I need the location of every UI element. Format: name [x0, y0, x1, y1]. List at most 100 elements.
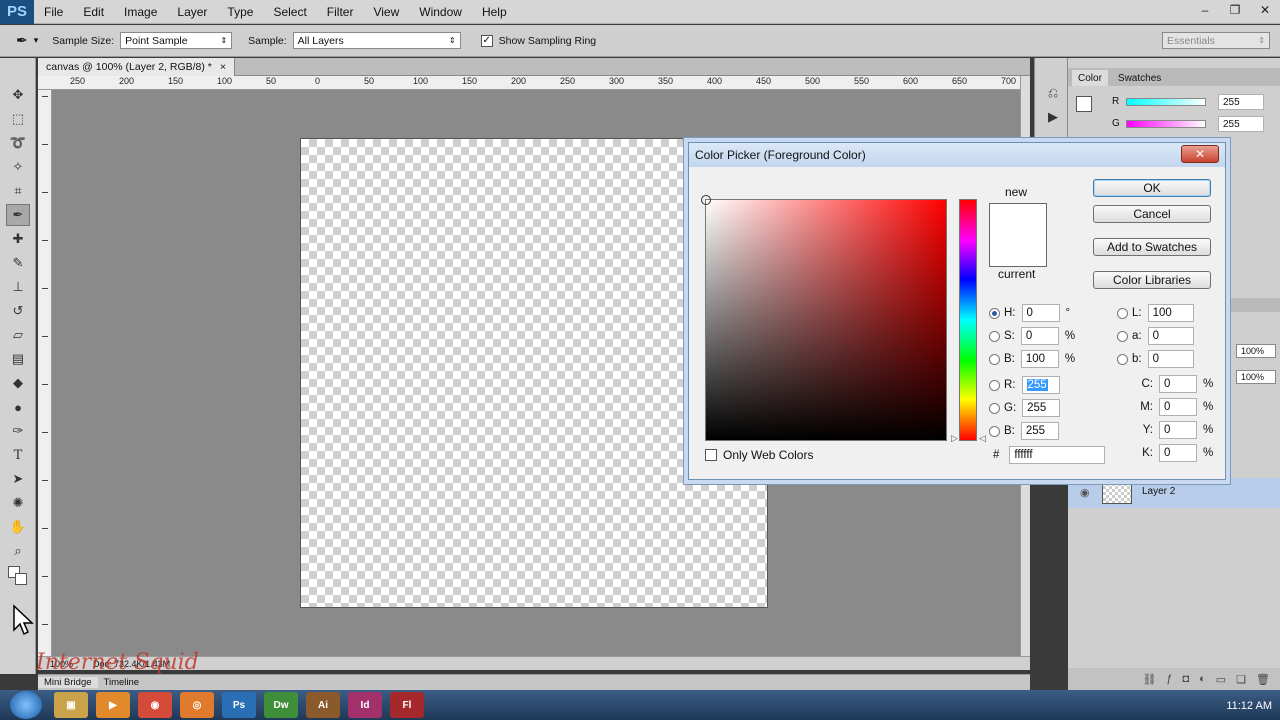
opacity-field[interactable]: 100%: [1236, 344, 1276, 358]
quick-select-tool-icon[interactable]: ✧: [6, 156, 30, 178]
actions-panel-icon[interactable]: ▶: [1041, 106, 1065, 128]
history-brush-tool-icon[interactable]: ↺: [6, 300, 30, 322]
document-tab[interactable]: canvas @ 100% (Layer 2, RGB/8) * ×: [38, 58, 236, 76]
menu-help[interactable]: Help: [472, 0, 517, 24]
brightness-radio[interactable]: [989, 353, 1000, 365]
menu-window[interactable]: Window: [409, 0, 472, 24]
tab-timeline[interactable]: Timeline: [98, 677, 146, 688]
marquee-tool-icon[interactable]: ⬚: [6, 108, 30, 130]
a-radio[interactable]: [1117, 330, 1128, 342]
taskbar-media-player-icon[interactable]: ▶: [96, 692, 130, 718]
workspace-switcher[interactable]: Essentials ⇕: [1162, 32, 1270, 49]
menu-type[interactable]: Type: [217, 0, 263, 24]
red-radio[interactable]: [989, 379, 1000, 391]
restore-button[interactable]: ❐: [1220, 0, 1250, 20]
visibility-eye-icon[interactable]: ◉: [1080, 486, 1090, 499]
lightness-input[interactable]: 100: [1147, 304, 1194, 322]
add-to-swatches-button[interactable]: Add to Swatches: [1093, 238, 1211, 256]
menu-edit[interactable]: Edit: [73, 0, 114, 24]
green-radio[interactable]: [989, 402, 1000, 414]
dialog-title-bar[interactable]: Color Picker (Foreground Color): [689, 143, 1225, 167]
taskbar-flash-icon[interactable]: Fl: [390, 692, 424, 718]
dialog-close-button[interactable]: ✕: [1181, 145, 1219, 163]
tool-preset-chevron-down-icon[interactable]: ▾: [34, 35, 39, 46]
adjustment-layer-icon[interactable]: ◐: [1199, 673, 1206, 685]
b-input[interactable]: 0: [1147, 350, 1194, 368]
black-input[interactable]: 0: [1159, 444, 1197, 462]
menu-file[interactable]: File: [34, 0, 73, 24]
tab-mini-bridge[interactable]: Mini Bridge: [38, 677, 98, 688]
crop-tool-icon[interactable]: ⌗: [6, 180, 30, 202]
taskbar-indesign-icon[interactable]: Id: [348, 692, 382, 718]
tab-swatches[interactable]: Swatches: [1112, 70, 1167, 86]
sample-select[interactable]: All Layers ⇕: [292, 32, 461, 49]
saturation-input[interactable]: 0: [1020, 327, 1059, 345]
menu-view[interactable]: View: [363, 0, 409, 24]
dodge-tool-icon[interactable]: ●: [6, 396, 30, 418]
tab-color[interactable]: Color: [1072, 70, 1108, 86]
magenta-input[interactable]: 0: [1159, 398, 1197, 416]
layer-name[interactable]: Layer 2: [1142, 486, 1175, 497]
delete-layer-icon[interactable]: 🗑: [1256, 673, 1270, 686]
new-group-icon[interactable]: ▭: [1216, 673, 1226, 686]
hue-input[interactable]: 0: [1021, 304, 1060, 322]
cyan-input[interactable]: 0: [1159, 375, 1197, 393]
sample-size-select[interactable]: Point Sample ⇕: [120, 32, 233, 49]
close-tab-icon[interactable]: ×: [220, 61, 226, 73]
eyedropper-tool-icon[interactable]: ✒: [16, 32, 28, 49]
zoom-tool-icon[interactable]: ⌕: [6, 540, 30, 562]
yellow-input[interactable]: 0: [1159, 421, 1197, 439]
blue-radio[interactable]: [989, 425, 1000, 437]
menu-layer[interactable]: Layer: [167, 0, 217, 24]
g-channel-slider[interactable]: [1126, 120, 1206, 128]
g-channel-input[interactable]: 255: [1218, 116, 1264, 132]
b-radio[interactable]: [1117, 353, 1128, 365]
hue-radio[interactable]: [989, 307, 1000, 319]
lasso-tool-icon[interactable]: ➰: [6, 132, 30, 154]
layer-style-icon[interactable]: ƒ: [1166, 673, 1172, 685]
fill-field[interactable]: 100%: [1236, 370, 1276, 384]
ok-button[interactable]: OK: [1093, 179, 1211, 197]
saturation-brightness-field[interactable]: [701, 195, 947, 441]
color-picker-marker[interactable]: [701, 195, 711, 205]
clone-stamp-tool-icon[interactable]: ⊥: [6, 276, 30, 298]
healing-brush-tool-icon[interactable]: ✚: [6, 228, 30, 250]
taskbar-firefox-icon[interactable]: ◎: [180, 692, 214, 718]
lightness-radio[interactable]: [1117, 307, 1128, 319]
new-layer-icon[interactable]: ❏: [1236, 673, 1246, 686]
layer-row-selected[interactable]: ◉ Layer 2: [1068, 478, 1280, 508]
blur-tool-icon[interactable]: ◆: [6, 372, 30, 394]
move-tool-icon[interactable]: ✥: [6, 84, 30, 106]
red-input[interactable]: 255: [1021, 376, 1060, 394]
taskbar-illustrator-icon[interactable]: Ai: [306, 692, 340, 718]
eyedropper-tool-icon[interactable]: ✒: [6, 204, 30, 226]
menu-image[interactable]: Image: [114, 0, 167, 24]
minimize-button[interactable]: –: [1190, 0, 1220, 20]
cancel-button[interactable]: Cancel: [1093, 205, 1211, 223]
hue-slider-right-triangle-icon[interactable]: ◁: [979, 433, 986, 444]
foreground-swatch[interactable]: [1076, 96, 1092, 112]
hex-input[interactable]: ffffff: [1009, 446, 1106, 464]
brush-tool-icon[interactable]: ✎: [6, 252, 30, 274]
a-input[interactable]: 0: [1147, 327, 1194, 345]
start-button[interactable]: [10, 691, 42, 719]
type-tool-icon[interactable]: T: [6, 444, 30, 466]
system-clock[interactable]: 11:12 AM: [1226, 700, 1272, 712]
history-panel-icon[interactable]: ⎌: [1041, 82, 1065, 104]
hue-slider[interactable]: [959, 199, 977, 441]
show-sampling-ring-checkbox[interactable]: ✓: [480, 34, 493, 47]
r-channel-input[interactable]: 255: [1218, 94, 1264, 110]
path-selection-tool-icon[interactable]: ➤: [6, 468, 30, 490]
color-libraries-button[interactable]: Color Libraries: [1093, 271, 1211, 289]
link-layers-icon[interactable]: ⛓: [1142, 673, 1156, 686]
hand-tool-icon[interactable]: ✋: [6, 516, 30, 538]
hue-slider-left-triangle-icon[interactable]: ▷: [951, 433, 958, 444]
only-web-colors-checkbox[interactable]: [705, 449, 717, 461]
taskbar-file-explorer-icon[interactable]: ▣: [54, 692, 88, 718]
gradient-tool-icon[interactable]: ▤: [6, 348, 30, 370]
add-mask-icon[interactable]: ◘: [1182, 673, 1189, 685]
menu-select[interactable]: Select: [263, 0, 316, 24]
r-channel-slider[interactable]: [1126, 98, 1206, 106]
brightness-input[interactable]: 100: [1020, 350, 1059, 368]
green-input[interactable]: 255: [1022, 399, 1061, 417]
